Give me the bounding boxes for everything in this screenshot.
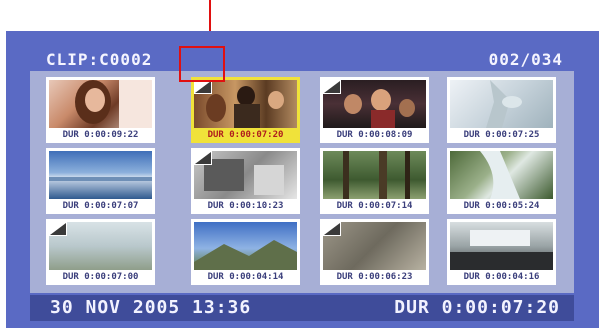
- clip-duration-label: DUR 0:00:07:07: [62, 201, 139, 211]
- clip-thumbnail[interactable]: DUR 0:00:07:14: [320, 148, 429, 214]
- clip-thumbnail[interactable]: DUR 0:00:09:22: [46, 77, 155, 143]
- clip-duration-label: DUR 0:00:04:16: [463, 272, 540, 282]
- clip-duration-label: DUR 0:00:07:20: [207, 130, 284, 140]
- clip-thumbnail[interactable]: DUR 0:00:07:07: [46, 148, 155, 214]
- clip-marker-icon: [323, 222, 341, 236]
- clip-thumbnail[interactable]: DUR 0:00:08:09: [320, 77, 429, 143]
- clip-marker-icon: [49, 222, 67, 236]
- clip-duration-label: DUR 0:00:04:14: [207, 272, 284, 282]
- thumbnail-image-stream: [450, 151, 553, 199]
- thumbnail-image-bright: [450, 80, 553, 128]
- thumbnail-image-room: [194, 151, 297, 199]
- clip-thumbnail[interactable]: DUR 0:00:06:23: [320, 219, 429, 285]
- clip-marker-icon: [194, 80, 212, 94]
- clip-marker-icon: [323, 80, 341, 94]
- thumbnail-grid: DUR 0:00:09:22 DUR 0:00:07:20 DUR 0:00:0…: [30, 71, 574, 293]
- thumbnail-image-group: [194, 80, 297, 128]
- clip-duration-label: DUR 0:00:06:23: [336, 272, 413, 282]
- clip-thumbnail[interactable]: DUR 0:00:07:25: [447, 77, 556, 143]
- thumbnail-image-crowd: [323, 80, 426, 128]
- thumbnail-image-mountain: [194, 222, 297, 270]
- thumbnail-image-forest: [323, 151, 426, 199]
- thumbnail-image-sea: [49, 151, 152, 199]
- clip-thumbnail[interactable]: DUR 0:00:10:23: [191, 148, 300, 214]
- thumbnail-image-car: [450, 222, 553, 270]
- clip-counter: 002/034: [488, 50, 563, 69]
- clip-duration-label: DUR 0:00:10:23: [207, 201, 284, 211]
- clip-list-screen: CLIP:C0002 002/034 DUR 0:00:09:22 DUR 0:…: [6, 31, 599, 328]
- clip-duration-label: DUR 0:00:07:14: [336, 201, 413, 211]
- recording-datetime: 30 NOV 2005 13:36: [50, 297, 252, 318]
- thumbnail-image-portrait: [49, 80, 152, 128]
- clip-duration-label: DUR 0:00:07:25: [463, 130, 540, 140]
- clip-thumbnail[interactable]: DUR 0:00:05:24: [447, 148, 556, 214]
- selected-clip-duration: DUR 0:00:07:20: [394, 297, 560, 318]
- clip-thumbnail-selected[interactable]: DUR 0:00:07:20: [191, 77, 300, 143]
- clip-duration-label: DUR 0:00:05:24: [463, 201, 540, 211]
- clip-title: CLIP:C0002: [46, 50, 153, 69]
- clip-duration-label: DUR 0:00:08:09: [336, 130, 413, 140]
- clip-thumbnail[interactable]: DUR 0:00:07:00: [46, 219, 155, 285]
- clip-duration-label: DUR 0:00:09:22: [62, 130, 139, 140]
- clip-thumbnail[interactable]: DUR 0:00:04:14: [191, 219, 300, 285]
- clip-duration-label: DUR 0:00:07:00: [62, 272, 139, 282]
- clip-marker-icon: [194, 151, 212, 165]
- status-bar: 30 NOV 2005 13:36 DUR 0:00:07:20: [30, 295, 574, 321]
- clip-thumbnail[interactable]: DUR 0:00:04:16: [447, 219, 556, 285]
- callout-highlight-box: [179, 46, 225, 82]
- thumbnail-image-ground: [323, 222, 426, 270]
- thumbnail-image-sky: [49, 222, 152, 270]
